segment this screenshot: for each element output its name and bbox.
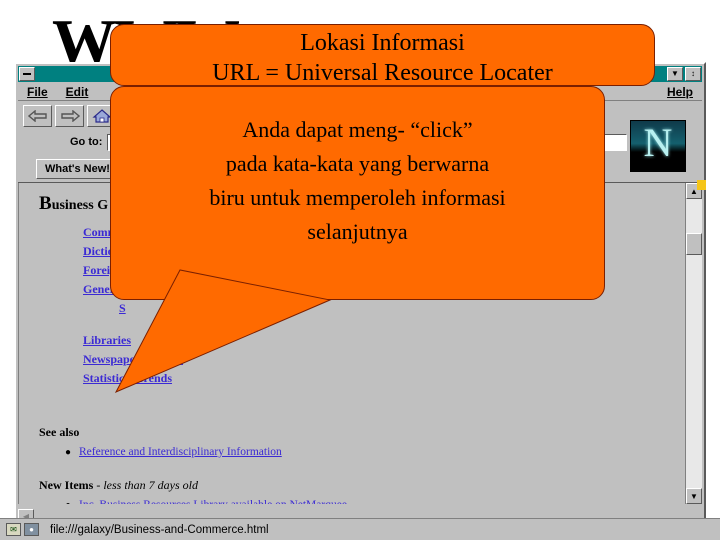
window-restore-button[interactable]: ↕: [685, 67, 701, 81]
list-item: Newspapers and Pe: [83, 350, 685, 368]
new-items-note: - less than 7 days old: [93, 478, 198, 492]
window-minimize-button[interactable]: [19, 67, 35, 81]
status-bar: ✉ ● file:///galaxy/Business-and-Commerce…: [0, 518, 720, 540]
vertical-scrollbar[interactable]: ▲ ▼: [685, 183, 702, 504]
link-libraries[interactable]: Libraries: [83, 333, 131, 348]
link-statistical-trends[interactable]: Statistical Trends: [83, 371, 172, 386]
list-item: S: [119, 299, 685, 317]
restore-icon: ↕: [691, 69, 695, 78]
forward-arrow-icon: [60, 110, 80, 122]
scrollbar-track[interactable]: [686, 199, 702, 488]
link-sub-s[interactable]: S: [119, 301, 126, 316]
new-items-heading: New Items - less than 7 days old: [39, 478, 685, 493]
callout-top-line2: URL = Universal Resource Locater: [212, 60, 553, 86]
mail-status-icon[interactable]: ✉: [6, 523, 21, 536]
callout-main-line2: pada kata-kata yang berwarna: [225, 151, 490, 176]
callout-top-line1: Lokasi Informasi: [300, 30, 465, 56]
netscape-logo[interactable]: N: [630, 120, 686, 172]
callout-top: Lokasi Informasi URL = Universal Resourc…: [110, 24, 655, 86]
list-item: Reference and Interdisciplinary Informat…: [65, 446, 685, 458]
titlebar-right-controls: ▼ ↕: [667, 67, 702, 81]
status-url-text: file:///galaxy/Business-and-Commerce.htm…: [50, 523, 269, 536]
see-also-list: Reference and Interdisciplinary Informat…: [65, 446, 685, 458]
list-item: Statistical Trends: [83, 369, 685, 387]
new-items-title: New Items: [39, 478, 94, 492]
link-reference-interdisciplinary[interactable]: Reference and Interdisciplinary Informat…: [79, 446, 282, 458]
callout-main-line4: selanjutnya: [307, 219, 408, 244]
menu-item-file[interactable]: File: [18, 85, 57, 99]
menu-item-help[interactable]: Help: [658, 85, 702, 99]
window-minimize-button-right[interactable]: ▼: [667, 67, 683, 81]
slide-canvas: WWW ▼ ↕ File Edi: [0, 0, 720, 540]
titlebar-left-controls: [18, 67, 35, 81]
goto-label: Go to:: [70, 136, 103, 148]
back-arrow-icon: [27, 110, 47, 122]
list-item: Libraries: [83, 331, 685, 349]
menu-edit-label: Edit: [65, 84, 89, 99]
yellow-edge-marker: [697, 180, 706, 190]
see-also-heading: See also: [39, 425, 80, 439]
link-newspapers[interactable]: Newspapers and Pe: [83, 352, 183, 367]
security-status-icon[interactable]: ●: [24, 523, 39, 536]
home-icon: [91, 109, 112, 123]
menu-file-label: File: [27, 84, 48, 99]
guide-link-list-2: Libraries Newspapers and Pe Statistical …: [83, 331, 685, 387]
callout-main-line3: biru untuk memperoleh informasi: [209, 185, 506, 210]
scrollbar-thumb[interactable]: [686, 233, 702, 255]
list-item: Inc. Business Resources Library availabl…: [65, 499, 685, 504]
netscape-n-letter: N: [643, 120, 673, 165]
forward-button[interactable]: [55, 105, 84, 127]
link-inc-business-resources[interactable]: Inc. Business Resources Library availabl…: [79, 499, 347, 504]
page-heading-capital: B: [39, 193, 52, 214]
menu-item-edit[interactable]: Edit: [57, 85, 98, 99]
back-button[interactable]: [23, 105, 52, 127]
scroll-down-button[interactable]: ▼: [686, 488, 702, 504]
callout-main: Anda dapat meng- “click” pada kata-kata …: [110, 86, 605, 300]
minimize-icon: [23, 73, 31, 75]
new-items-list: Inc. Business Resources Library availabl…: [65, 499, 685, 504]
callout-main-line1: Anda dapat meng- “click”: [242, 117, 473, 142]
whats-new-button[interactable]: What's New!: [36, 159, 119, 179]
caret-down-icon: ▼: [690, 491, 698, 501]
menu-help-label: Help: [666, 84, 693, 99]
chevron-down-icon: ▼: [671, 69, 679, 78]
page-heading-rest: usiness G: [51, 198, 109, 213]
